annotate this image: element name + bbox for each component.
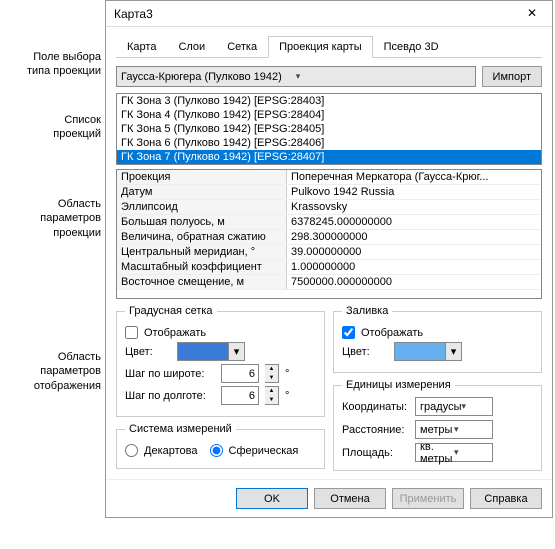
detail-val: 1.000000000 (287, 260, 541, 274)
color-swatch (178, 343, 228, 360)
grid-show-checkbox[interactable] (125, 326, 138, 339)
grid-color-label: Цвет: (125, 346, 171, 358)
detail-key: Большая полуось, м (117, 215, 287, 229)
coord-units-value: градусы (420, 401, 461, 413)
chevron-down-icon: ▾ (461, 401, 488, 412)
cartesian-label: Декартова (144, 445, 198, 457)
fill-show-label: Отображать (361, 327, 423, 339)
projection-list[interactable]: ГК Зона 3 (Пулково 1942) [EPSG:28403] ГК… (116, 93, 542, 165)
lat-step-input[interactable] (221, 364, 259, 383)
list-item[interactable]: ГК Зона 4 (Пулково 1942) [EPSG:28404] (117, 108, 541, 122)
cancel-button[interactable]: Отмена (314, 488, 386, 509)
units-group: Единицы измерения Координаты: градусы▾ Р… (333, 379, 542, 471)
tab-bar: Карта Слои Сетка Проекция карты Псевдо 3… (116, 35, 542, 58)
lon-step-input[interactable] (221, 386, 259, 405)
distance-units-select[interactable]: метры▾ (415, 420, 493, 439)
fill-group: Заливка Отображать Цвет: ▾ (333, 305, 542, 373)
fill-color-picker[interactable]: ▾ (394, 342, 462, 361)
projection-details[interactable]: ПроекцияПоперечная Меркатора (Гаусса-Крю… (116, 169, 542, 299)
degree-sign: ° (285, 390, 289, 402)
lon-step-spinner[interactable]: ▲▼ (265, 386, 279, 405)
import-button[interactable]: Импорт (482, 66, 542, 87)
detail-val: 7500000.000000000 (287, 275, 541, 289)
detail-key: Датум (117, 185, 287, 199)
detail-key: Восточное смещение, м (117, 275, 287, 289)
annotation: Списокпроекций (0, 113, 105, 142)
chevron-down-icon: ▾ (454, 424, 488, 435)
detail-val: Поперечная Меркатора (Гаусса-Крюг... (287, 170, 541, 184)
detail-val: Pulkovo 1942 Russia (287, 185, 541, 199)
area-label: Площадь: (342, 447, 407, 459)
tab-layers[interactable]: Слои (167, 36, 216, 58)
ok-button[interactable]: OK (236, 488, 308, 509)
window-title: Карта3 (114, 7, 153, 21)
tab-pseudo3d[interactable]: Псевдо 3D (373, 36, 450, 58)
chevron-down-icon: ▾ (445, 343, 461, 360)
detail-val: 298.300000000 (287, 230, 541, 244)
grid-show-label: Отображать (144, 327, 206, 339)
list-item[interactable]: ГК Зона 5 (Пулково 1942) [EPSG:28405] (117, 122, 541, 136)
detail-key: Центральный меридиан, ° (117, 245, 287, 259)
detail-key: Проекция (117, 170, 287, 184)
degree-grid-group: Градусная сетка Отображать Цвет: ▾ Шаг п… (116, 305, 325, 417)
apply-button[interactable]: Применить (392, 488, 464, 509)
fill-show-checkbox[interactable] (342, 326, 355, 339)
cartesian-radio[interactable] (125, 444, 138, 457)
projection-type-combo[interactable]: Гаусса-Крюгера (Пулково 1942) ▾ (116, 66, 476, 87)
tab-grid[interactable]: Сетка (216, 36, 268, 58)
group-legend: Единицы измерения (342, 379, 455, 391)
detail-key: Величина, обратная сжатию (117, 230, 287, 244)
list-item[interactable]: ГК Зона 6 (Пулково 1942) [EPSG:28406] (117, 136, 541, 150)
close-button[interactable]: ✕ (512, 1, 552, 27)
projection-type-value: Гаусса-Крюгера (Пулково 1942) (121, 71, 296, 83)
spherical-label: Сферическая (229, 445, 299, 457)
detail-val: Krassovsky (287, 200, 541, 214)
fill-color-label: Цвет: (342, 346, 388, 358)
tab-projection[interactable]: Проекция карты (268, 36, 373, 58)
dialog-footer: OK Отмена Применить Справка (106, 479, 552, 517)
lat-step-spinner[interactable]: ▲▼ (265, 364, 279, 383)
detail-key: Масштабный коэффициент (117, 260, 287, 274)
detail-val: 6378245.000000000 (287, 215, 541, 229)
lon-step-label: Шаг по долготе: (125, 390, 215, 402)
grid-color-picker[interactable]: ▾ (177, 342, 245, 361)
coord-label: Координаты: (342, 401, 407, 413)
group-legend: Градусная сетка (125, 305, 217, 317)
area-units-value: кв. метры (420, 441, 454, 465)
chevron-down-icon: ▾ (296, 71, 471, 82)
group-legend: Система измерений (125, 423, 236, 435)
detail-val: 39.000000000 (287, 245, 541, 259)
dist-label: Расстояние: (342, 424, 407, 436)
titlebar: Карта3 ✕ (106, 1, 552, 27)
annotation: Поле выборатипа проекции (0, 50, 105, 79)
group-legend: Заливка (342, 305, 392, 317)
color-swatch (395, 343, 445, 360)
measurement-system-group: Система измерений Декартова Сферическая (116, 423, 325, 469)
dist-units-value: метры (420, 424, 454, 436)
area-units-select[interactable]: кв. метры▾ (415, 443, 493, 462)
list-item-selected[interactable]: ГК Зона 7 (Пулково 1942) [EPSG:28407] (117, 150, 541, 164)
lat-step-label: Шаг по широте: (125, 368, 215, 380)
degree-sign: ° (285, 368, 289, 380)
chevron-down-icon: ▾ (228, 343, 244, 360)
detail-key: Эллипсоид (117, 200, 287, 214)
dialog-window: Карта3 ✕ Карта Слои Сетка Проекция карты… (105, 0, 553, 518)
annotation: Областьпараметровпроекции (0, 197, 105, 240)
help-button[interactable]: Справка (470, 488, 542, 509)
chevron-down-icon: ▾ (454, 447, 488, 458)
tab-map[interactable]: Карта (116, 36, 167, 58)
coord-units-select[interactable]: градусы▾ (415, 397, 493, 416)
spherical-radio[interactable] (210, 444, 223, 457)
list-item[interactable]: ГК Зона 3 (Пулково 1942) [EPSG:28403] (117, 94, 541, 108)
annotation: Областьпараметровотображения (0, 350, 105, 393)
